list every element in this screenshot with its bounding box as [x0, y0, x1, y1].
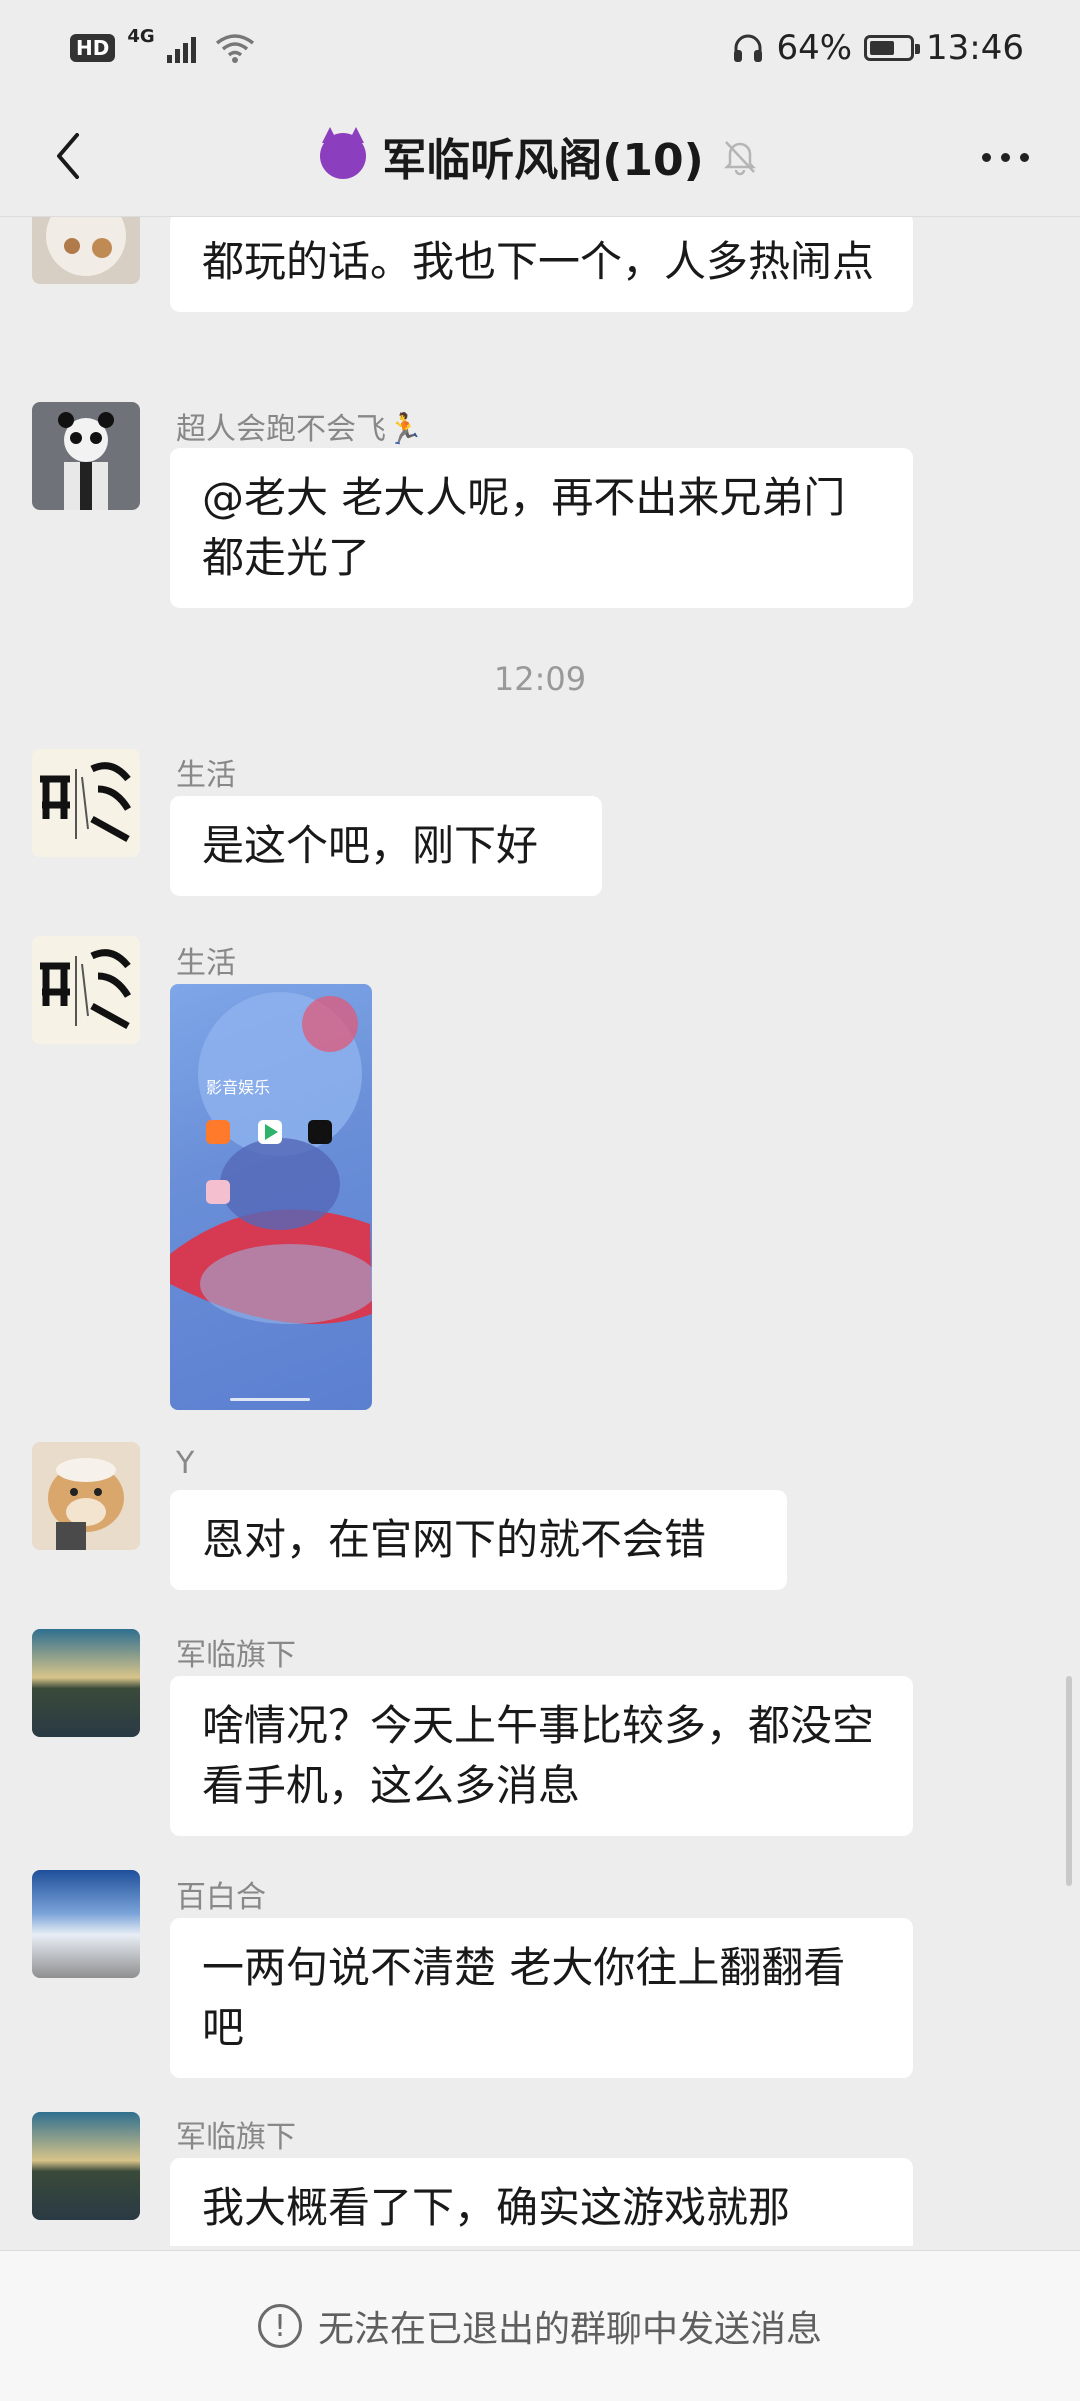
image-text: 影音娱乐 — [206, 1078, 271, 1097]
sender-name: Y — [176, 1446, 195, 1481]
message-text: 一两句说不清楚 老大你往上翻翻看吧 — [202, 1943, 846, 2052]
timestamp: 12:09 — [493, 660, 587, 698]
notice-text: 无法在已退出的群聊中发送消息 — [317, 2309, 822, 2350]
back-button[interactable] — [36, 124, 100, 188]
message-text: 恩对，在官网下的就不会错 — [202, 1515, 707, 1564]
message-bubble[interactable]: 我大概看了下，确实这游戏就那 — [170, 2158, 913, 2246]
avatar[interactable] — [32, 1629, 140, 1737]
message-bubble[interactable]: 一两句说不清楚 老大你往上翻翻看吧 — [170, 1918, 913, 2078]
status-left: HD 4G — [70, 26, 255, 63]
chat-title: 军临听风阁(10) — [320, 124, 759, 188]
image-message[interactable]: 影音娱乐 — [170, 984, 372, 1410]
avatar[interactable] — [32, 2112, 140, 2220]
clock: 13:46 — [926, 28, 1024, 68]
avatar[interactable] — [32, 1870, 140, 1978]
more-dot-icon — [1000, 152, 1010, 162]
headphones-icon — [734, 34, 763, 62]
battery-level — [870, 41, 895, 55]
avatar[interactable] — [32, 749, 140, 857]
avatar[interactable] — [32, 936, 140, 1044]
message-text: 啥情况？今天上午事比较多，都没空看手机，这么多消息 — [202, 1701, 875, 1810]
message-list[interactable]: 都玩的话。我也下一个，人多热闹点 超人会跑不会飞🏃 @老大 老大人呢，再不出来兄… — [0, 216, 1080, 2246]
avatar[interactable] — [32, 402, 140, 510]
signal-icon — [166, 37, 196, 63]
chat-header: 军临听风阁(10) — [0, 96, 1080, 217]
battery-percent: 64% — [776, 28, 853, 68]
more-dot-icon — [981, 152, 991, 162]
message-bubble[interactable]: 是这个吧，刚下好 — [170, 796, 602, 896]
message-bubble[interactable]: 恩对，在官网下的就不会错 — [170, 1490, 787, 1590]
more-button[interactable] — [970, 132, 1040, 182]
sender-name: 军临旗下 — [176, 2120, 296, 2155]
message-bubble[interactable]: 都玩的话。我也下一个，人多热闹点 — [170, 216, 913, 312]
status-right: 64% 13:46 — [732, 28, 1024, 68]
sender-name: 生活 — [176, 758, 236, 793]
message-bubble[interactable]: @老大 老大人呢，再不出来兄弟门都走光了 — [170, 448, 913, 608]
mute-bell-icon — [723, 141, 756, 176]
scrollbar[interactable] — [1066, 1676, 1072, 1886]
more-dot-icon — [1019, 152, 1029, 162]
message-text: 我大概看了下，确实这游戏就那 — [202, 2183, 791, 2232]
chevron-left-icon — [57, 133, 79, 179]
group-name: 军临听风阁(10) — [382, 135, 704, 186]
sender-name: 百白合 — [176, 1880, 266, 1915]
battery-icon — [864, 35, 921, 61]
message-text: 都玩的话。我也下一个，人多热闹点 — [202, 237, 875, 286]
network-type: 4G — [127, 25, 155, 47]
sender-name: 超人会跑不会飞🏃 — [176, 412, 424, 447]
exclamation-circle-icon: ! — [257, 2304, 302, 2348]
wifi-icon — [215, 34, 254, 63]
input-disabled-notice: ! 无法在已退出的群聊中发送消息 — [0, 2250, 1080, 2401]
message-text: @老大 老大人呢，再不出来兄弟门都走光了 — [202, 473, 846, 582]
status-bar: HD 4G 64% 13:46 — [0, 0, 1080, 96]
hd-badge: HD — [70, 34, 116, 62]
message-text: 是这个吧，刚下好 — [202, 821, 539, 870]
sender-name: 生活 — [176, 946, 236, 981]
message-bubble[interactable]: 啥情况？今天上午事比较多，都没空看手机，这么多消息 — [170, 1676, 913, 1836]
devil-emoji-icon — [320, 127, 367, 179]
avatar[interactable] — [32, 216, 140, 284]
sender-name: 军临旗下 — [176, 1638, 296, 1673]
avatar[interactable] — [32, 1442, 140, 1550]
